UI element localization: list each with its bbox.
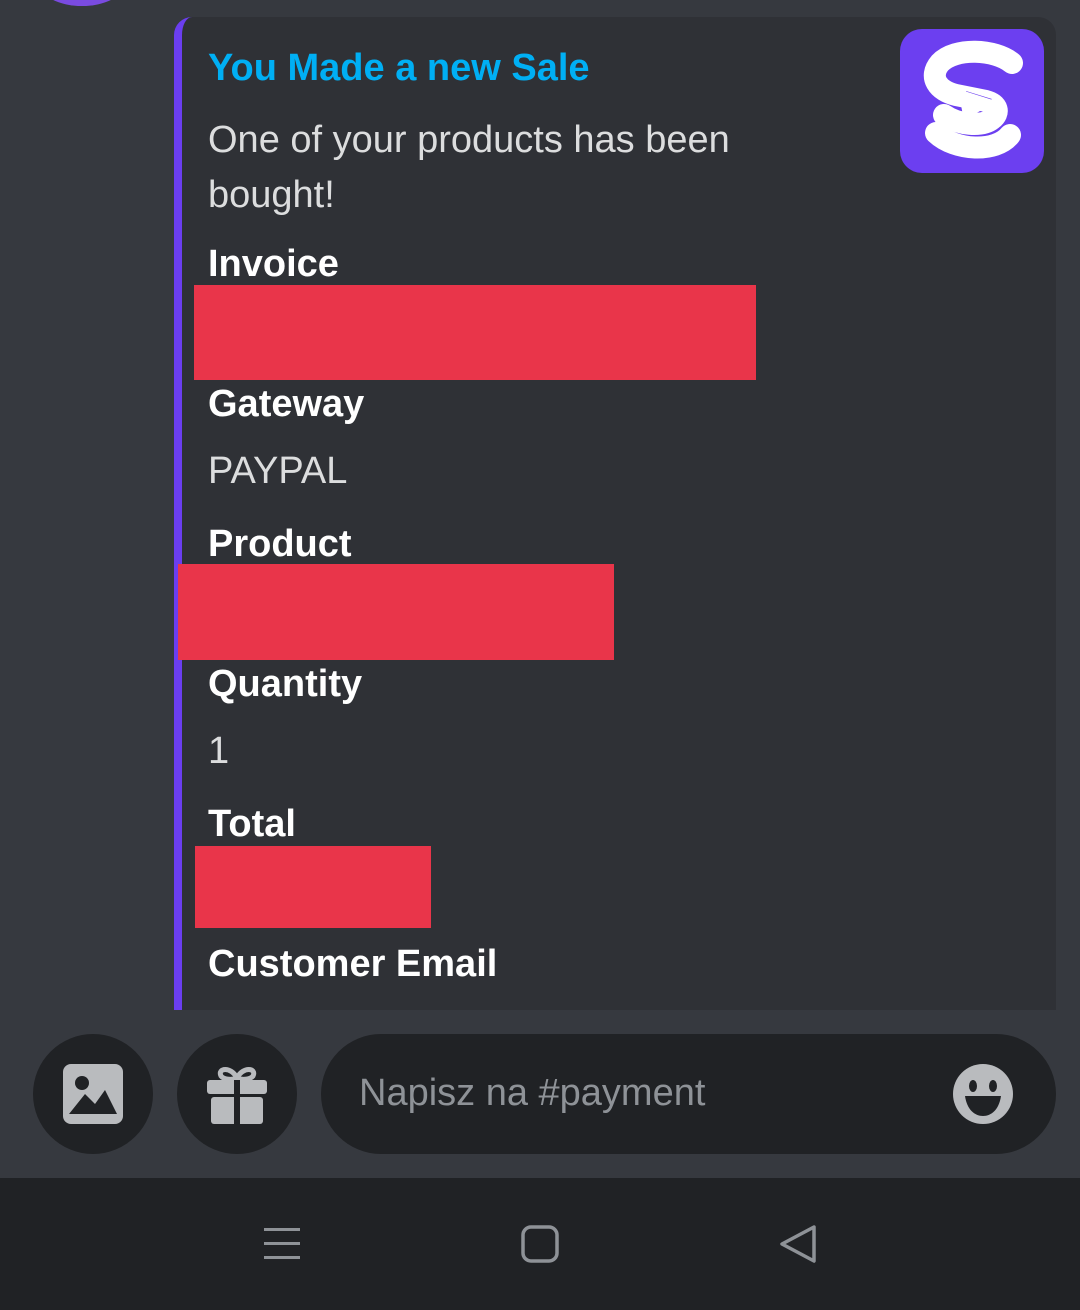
home-square-icon[interactable] — [520, 1222, 560, 1266]
sale-embed: You Made a new Sale One of your products… — [174, 17, 1056, 1010]
field-name-total: Total — [208, 803, 296, 845]
redacted-invoice-value — [194, 285, 756, 380]
avatar[interactable] — [40, 0, 124, 6]
message-input-placeholder: Napisz na #payment — [359, 1072, 706, 1114]
image-icon — [63, 1064, 123, 1124]
field-name-invoice: Invoice — [208, 243, 339, 285]
field-value-gateway: PAYPAL — [208, 450, 348, 492]
embed-description: One of your products has been bought! — [208, 119, 730, 216]
chat-area: You Made a new Sale One of your products… — [0, 0, 1080, 1010]
system-navigation-bar — [0, 1178, 1080, 1310]
field-name-quantity: Quantity — [208, 663, 363, 705]
message-input[interactable]: Napisz na #payment — [321, 1034, 1056, 1154]
menu-icon[interactable] — [262, 1222, 302, 1266]
redacted-product-value — [178, 564, 614, 660]
back-triangle-icon[interactable] — [778, 1222, 818, 1266]
emoji-button[interactable] — [951, 1062, 1015, 1126]
field-name-gateway: Gateway — [208, 383, 365, 425]
gift-button[interactable] — [177, 1034, 297, 1154]
field-name-customer-email: Customer Email — [208, 943, 498, 985]
sellix-logo-icon[interactable] — [900, 29, 1044, 173]
redacted-total-value — [195, 846, 431, 928]
embed-title[interactable]: You Made a new Sale — [208, 47, 590, 90]
emoji-smile-icon — [953, 1064, 1013, 1124]
attach-image-button[interactable] — [33, 1034, 153, 1154]
field-name-product: Product — [208, 523, 352, 565]
field-value-quantity: 1 — [208, 730, 230, 772]
message-composer: Napisz na #payment — [0, 1010, 1080, 1178]
gift-icon — [207, 1067, 267, 1124]
